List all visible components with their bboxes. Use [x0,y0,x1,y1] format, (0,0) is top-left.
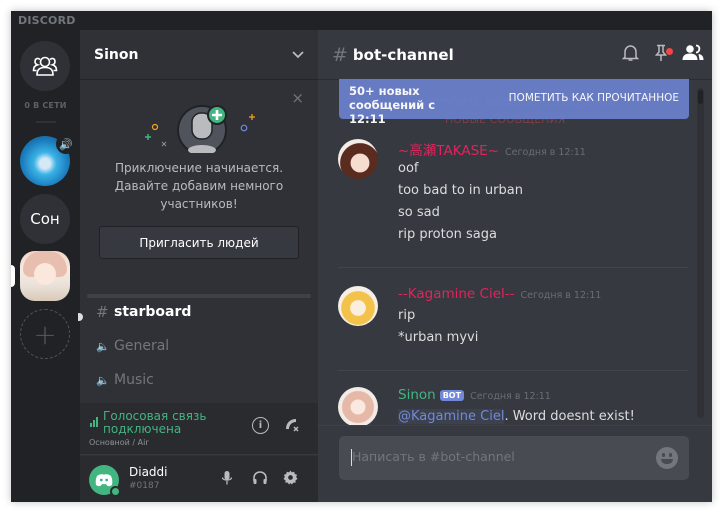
message-composer[interactable] [339,436,689,480]
new-messages-count: 50+ новых сообщений с 12:11 [349,84,436,126]
emoji-icon[interactable] [656,447,678,469]
channel-sidebar: Sinon × Приключение начинается. Давайте … [78,30,318,502]
members-icon[interactable] [682,44,704,65]
message-header: --Kagamine Ciel-- Сегодня в 12:11 [398,286,601,302]
guild-sinon-image-face [34,263,56,285]
guild-list: 0 В СЕТИ 🔊 Сон + [11,30,80,502]
voice-status[interactable]: Голосовая связь подключена [103,410,243,436]
message-group: Sinon BOT Сегодня в 12:11 @Kagamine Ciel… [338,387,688,425]
avatar[interactable] [89,465,121,497]
plus-icon: + [33,317,57,351]
speaker-icon: 🔈 [96,373,110,387]
message-header: ~高瀬TAKASE~ Сегодня в 12:11 [398,139,586,159]
mark-as-read-button[interactable]: ПОМЕТИТЬ КАК ПРОЧИТАННОЕ [509,92,679,104]
online-count: 0 В СЕТИ [24,101,67,110]
online-status-icon [110,486,121,497]
scrollbar-track[interactable] [697,88,704,418]
avatar[interactable] [338,139,378,179]
add-server-button[interactable]: + [20,309,70,359]
message-input[interactable] [352,449,652,464]
discord-logo-icon [95,474,113,487]
hash-icon: # [96,303,109,321]
message-line: @Kagamine Ciel. Word doesnt exist! [398,408,635,425]
message-timestamp: Сегодня в 12:11 [520,290,602,301]
titlebar: DISCORD [11,11,712,30]
invite-message: Приключение начинается. Давайте добавим … [80,159,318,213]
invite-line: Приключение начинается. [114,161,284,175]
headphones-icon[interactable] [252,470,268,490]
message-line: rip [398,308,416,323]
message-divider [338,370,688,371]
message-text: . Word doesnt exist! [504,409,635,424]
message-author[interactable]: --Kagamine Ciel-- [398,286,515,302]
message-author[interactable]: ~高瀬TAKASE~ [398,139,499,159]
message-line: *urban myvi [398,330,479,345]
message-content: rip *urban myvi [398,307,478,351]
message-content: oof too bad to in urban so sad rip proto… [398,160,523,248]
message-author[interactable]: Sinon [398,387,436,403]
discord-window: DISCORD 0 В СЕТИ 🔊 Сон + Sinon × Приключ… [11,11,712,502]
notification-dot [666,48,673,55]
disconnect-icon[interactable] [284,417,300,437]
server-name: Sinon [94,46,139,63]
selected-guild-indicator [11,265,15,287]
channel-name: Music [114,372,154,388]
message-timestamp: Сегодня в 12:11 [505,147,586,158]
unread-indicator [78,313,83,321]
message-line: so sad [398,205,440,220]
guild-son[interactable]: Сон [20,194,70,244]
guild-son-label: Сон [30,210,60,228]
chat-area: # bot-channel ЗАГРУЗИТЬ БОЛЬШЕ СООБЩЕНИЙ… [318,30,712,502]
voice-connection-panel: Голосовая связь подключена Основной / Ai… [80,403,318,455]
channel-name: General [114,338,170,354]
channel-music[interactable]: 🔈 Music [88,366,310,394]
friends-icon [32,56,58,76]
invite-prompt: × Приключение начинается. Давайте добави… [80,81,318,280]
message-line: rip proton saga [398,227,497,242]
guild-separator [36,121,56,123]
bot-badge: BOT [439,390,465,401]
channel-starboard[interactable]: # starboard [88,298,310,326]
add-member-illustration [145,105,255,153]
hash-icon: # [332,43,348,66]
user-panel: Diaddi #0187 [80,456,318,502]
new-messages-banner[interactable]: 50+ новых сообщений с 12:11 ПОМЕТИТЬ КАК… [339,79,689,126]
signal-icon [90,417,98,427]
guild-blue-avatar[interactable]: 🔊 [20,134,76,186]
pin-icon[interactable] [654,44,668,66]
message-header: Sinon BOT Сегодня в 12:11 [398,387,551,403]
invite-line: участников! [160,197,238,211]
message-line: oof [398,161,419,176]
channel-name: starboard [114,304,192,320]
chat-header: # bot-channel [318,30,712,80]
message-timestamp: Сегодня в 12:11 [470,391,551,402]
server-header[interactable]: Sinon [80,30,318,80]
message-content: @Kagamine Ciel. Word doesnt exist! [398,408,635,425]
message-line: too bad to in urban [398,183,523,198]
guild-sinon[interactable] [20,251,70,301]
voice-channel-path: Основной / Air [89,438,149,447]
username: Diaddi [129,465,168,479]
composer-area [318,425,712,502]
message-divider [338,267,688,268]
gear-icon[interactable] [283,470,298,489]
scrollbar-thumb[interactable] [698,90,703,104]
speaker-icon: 🔈 [96,339,110,353]
avatar[interactable] [338,286,378,326]
invite-line: Давайте добавим немного [114,179,284,193]
discord-logo: DISCORD [18,14,76,27]
invite-people-button[interactable]: Пригласить людей [99,226,299,259]
microphone-icon[interactable] [221,470,233,490]
user-mention[interactable]: @Kagamine Ciel [398,409,505,424]
bell-icon[interactable] [621,44,640,66]
user-discriminator: #0187 [129,481,160,491]
channel-general[interactable]: 🔈 General [88,332,310,360]
avatar[interactable] [338,387,378,425]
speaker-icon: 🔊 [56,134,76,154]
chevron-down-icon [292,48,304,62]
friends-button[interactable] [20,41,70,91]
info-icon[interactable]: i [252,417,269,434]
channel-title: bot-channel [352,45,454,64]
